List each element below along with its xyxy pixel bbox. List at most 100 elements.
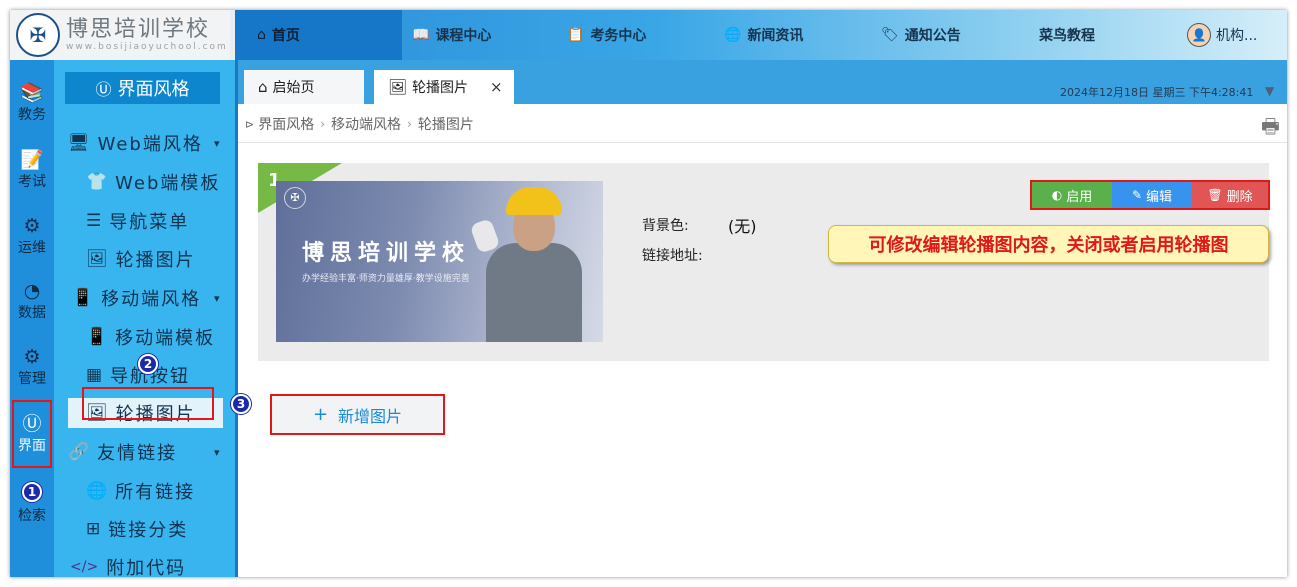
menu-header[interactable]: Ⓤ 界面风格 bbox=[65, 72, 220, 104]
datetime-display: 2024年12月18日 星期三 下午4:28:41 bbox=[1060, 86, 1254, 99]
module-search[interactable]: 检索 bbox=[10, 505, 54, 525]
menu-extra-code[interactable]: </> 附加代码 bbox=[70, 552, 186, 577]
menu-friend-links[interactable]: 🔗 友情链接 ▾ bbox=[68, 437, 232, 467]
menu-all-links[interactable]: 🌐 所有链接 bbox=[86, 476, 195, 506]
phone-icon: 📱 bbox=[72, 288, 94, 308]
tab-carousel[interactable]: 🖼 轮播图片 × bbox=[374, 70, 514, 104]
breadcrumb: ⊳ 界面风格 › 移动端风格 › 轮播图片 bbox=[245, 114, 474, 134]
user-avatar-icon: 👤 bbox=[1187, 23, 1211, 47]
menu-web-style[interactable]: 🖥 Web端风格 ▾ bbox=[68, 128, 228, 158]
menu-mobile-style[interactable]: 📱 移动端风格 ▾ bbox=[72, 283, 232, 313]
highlight-box bbox=[12, 400, 52, 468]
top-nav: ⌂ 首页 📖 课程中心 📋 考务中心 🌐 新闻资讯 🏷 通知公告 菜鸟教程 👤 … bbox=[235, 10, 1287, 60]
print-icon[interactable]: 🖶 bbox=[1261, 112, 1280, 146]
step-badge: 1 bbox=[22, 482, 42, 502]
nav-courses[interactable]: 📖 课程中心 bbox=[402, 10, 559, 60]
menu-sidebar: Ⓤ 界面风格 🖥 Web端风格 ▾ 👕 Web端模板 ☰ 导航菜单 🖼 轮播图片… bbox=[54, 60, 235, 577]
code-icon: </> bbox=[70, 559, 99, 575]
globe-icon: 🌐 bbox=[724, 27, 742, 43]
breadcrumb-marker-icon: ⊳ bbox=[245, 117, 255, 131]
ops-icon: ⚙ bbox=[23, 215, 41, 237]
banner-subtitle: 办学经验丰富·师资力量雄厚·教学设施完善 bbox=[302, 274, 470, 284]
menu-nav-menu[interactable]: ☰ 导航菜单 bbox=[86, 206, 189, 236]
highlight-box bbox=[82, 387, 214, 420]
logo[interactable]: ✠ 博思培训学校 www.bosijiaoyuchool.com bbox=[10, 10, 230, 60]
shirt-icon: 👕 bbox=[86, 172, 108, 192]
top-bar: ✠ 博思培训学校 www.bosijiaoyuchool.com ⌂ 首页 📖 … bbox=[10, 10, 1287, 60]
app-window: ✠ 博思培训学校 www.bosijiaoyuchool.com ⌂ 首页 📖 … bbox=[10, 10, 1287, 577]
clipboard-icon: 📋 bbox=[567, 27, 585, 43]
bg-color-value: (无) bbox=[728, 217, 757, 236]
close-icon[interactable]: × bbox=[490, 78, 503, 96]
tab-start-page[interactable]: ⌂ 启始页 bbox=[244, 70, 364, 104]
helmet-icon bbox=[506, 187, 562, 215]
menu-web-carousel[interactable]: 🖼 轮播图片 bbox=[86, 244, 196, 274]
edit-button[interactable]: ✎ 编辑 bbox=[1112, 182, 1192, 208]
pencil-icon: ✎ bbox=[1131, 188, 1143, 202]
gear-icon: ⚙ bbox=[23, 346, 41, 368]
breadcrumb-item: 轮播图片 bbox=[417, 117, 474, 133]
monitor-icon: 🖥 bbox=[68, 133, 90, 153]
trash-icon: 🗑 bbox=[1207, 188, 1223, 202]
menu-mobile-template[interactable]: 📱 移动端模板 bbox=[86, 322, 215, 352]
chevron-down-icon: ▾ bbox=[214, 445, 220, 459]
menu-link-category[interactable]: ⊞ 链接分类 bbox=[86, 514, 188, 544]
slide-actions: ◐ 启用 ✎ 编辑 🗑 删除 bbox=[1030, 180, 1270, 210]
image-icon: 🖼 bbox=[388, 78, 408, 96]
toggle-icon: ◐ bbox=[1051, 188, 1063, 202]
grid-icon: ▦ bbox=[86, 365, 103, 385]
worker-hand bbox=[469, 218, 501, 254]
home-icon: ⌂ bbox=[258, 78, 268, 96]
worker-figure bbox=[486, 243, 582, 342]
menu-web-template[interactable]: 👕 Web端模板 bbox=[86, 167, 220, 197]
enable-button[interactable]: ◐ 启用 bbox=[1032, 182, 1112, 208]
nav-tutorial[interactable]: 菜鸟教程 bbox=[1033, 10, 1183, 60]
delete-button[interactable]: 🗑 删除 bbox=[1192, 182, 1268, 208]
chevron-down-icon: ▾ bbox=[214, 291, 220, 305]
divider bbox=[238, 142, 1287, 143]
module-data[interactable]: ◔ 数据 bbox=[10, 280, 54, 322]
step-badge: 2 bbox=[138, 354, 158, 374]
book-icon: 📖 bbox=[412, 27, 430, 43]
tab-strip: ⌂ 启始页 🖼 轮播图片 × 2024年12月18日 星期三 下午4:28:41… bbox=[238, 60, 1287, 104]
tag-icon: 🏷 bbox=[881, 27, 899, 43]
image-icon: 🖼 bbox=[86, 249, 108, 269]
module-ops[interactable]: ⚙ 运维 bbox=[10, 215, 54, 257]
module-manage[interactable]: ⚙ 管理 bbox=[10, 346, 54, 388]
step-badge: 3 bbox=[231, 394, 251, 414]
caret-down-icon[interactable]: ▼ bbox=[1265, 84, 1274, 98]
sidebar-divider bbox=[235, 60, 238, 577]
bg-color-label: 背景色: bbox=[642, 218, 689, 234]
nav-notices[interactable]: 🏷 通知公告 bbox=[873, 10, 1033, 60]
user-menu[interactable]: 👤 机构... bbox=[1183, 10, 1287, 60]
category-icon: ⊞ bbox=[86, 519, 101, 539]
exam-icon: 📝 bbox=[20, 149, 44, 171]
breadcrumb-separator: › bbox=[407, 117, 412, 131]
add-image-button[interactable]: + 新增图片 bbox=[270, 394, 445, 435]
nav-menu-icon: ☰ bbox=[86, 211, 102, 231]
school-name: 博思培训学校 bbox=[66, 17, 211, 42]
breadcrumb-separator: › bbox=[320, 117, 326, 131]
banner-title: 博思培训学校 bbox=[302, 241, 471, 266]
home-icon: ⌂ bbox=[257, 27, 266, 43]
nav-news[interactable]: 🌐 新闻资讯 bbox=[716, 10, 873, 60]
link-url-label: 链接地址: bbox=[642, 248, 703, 264]
plus-icon: + bbox=[312, 404, 329, 425]
module-academic[interactable]: 📚 教务 bbox=[10, 82, 54, 124]
carousel-banner-image[interactable]: ✠ 博思培训学校 办学经验丰富·师资力量雄厚·教学设施完善 bbox=[276, 181, 603, 342]
annotation-callout: 可修改编辑轮播图内容，关闭或者启用轮播图 bbox=[828, 225, 1269, 263]
pie-chart-icon: ◔ bbox=[23, 280, 41, 302]
school-url: www.bosijiaoyuchool.com bbox=[66, 42, 228, 52]
phone-icon: 📱 bbox=[86, 327, 108, 347]
breadcrumb-item[interactable]: 移动端风格 bbox=[331, 114, 401, 134]
ui-icon: Ⓤ bbox=[95, 80, 112, 99]
books-icon: 📚 bbox=[20, 82, 44, 104]
nav-home[interactable]: ⌂ 首页 bbox=[235, 10, 402, 60]
breadcrumb-item[interactable]: 界面风格 bbox=[258, 114, 314, 134]
globe-icon: 🌐 bbox=[86, 481, 108, 501]
school-seal-icon: ✠ bbox=[284, 187, 306, 209]
module-exam[interactable]: 📝 考试 bbox=[10, 149, 54, 191]
chevron-down-icon: ▾ bbox=[214, 136, 220, 150]
nav-exam-affairs[interactable]: 📋 考务中心 bbox=[559, 10, 716, 60]
link-icon: 🔗 bbox=[68, 442, 90, 462]
